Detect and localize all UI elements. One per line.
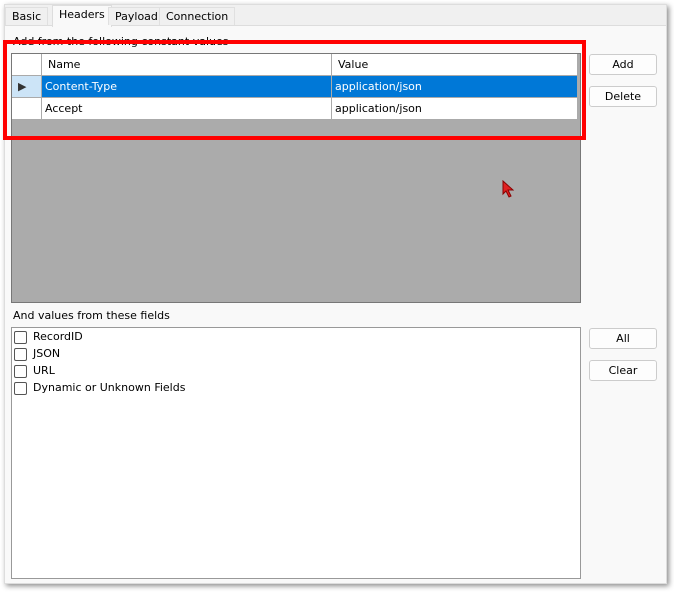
mouse-cursor-icon [502,180,514,198]
fields-label: And values from these fields [13,309,170,322]
tab-headers[interactable]: Headers [52,5,112,27]
delete-button[interactable]: Delete [589,86,657,107]
field-checkbox-url[interactable]: URL [14,362,55,379]
field-label: Dynamic or Unknown Fields [33,381,186,394]
highlight-annotation-box [3,40,586,140]
field-label: URL [33,364,55,377]
all-button[interactable]: All [589,328,657,349]
tab-payload[interactable]: Payload [108,7,165,25]
tab-basic[interactable]: Basic [5,7,49,25]
fields-checklist[interactable]: RecordID JSON URL Dynamic or Unknown Fie… [11,327,581,579]
add-button[interactable]: Add [589,54,657,75]
field-checkbox-json[interactable]: JSON [14,345,60,362]
field-checkbox-dynamic[interactable]: Dynamic or Unknown Fields [14,379,185,396]
checkbox[interactable] [14,364,27,378]
checkbox[interactable] [14,381,27,395]
field-label: RecordID [33,330,83,343]
checkbox[interactable] [14,330,27,344]
field-checkbox-recordid[interactable]: RecordID [14,328,83,345]
clear-button[interactable]: Clear [589,360,657,381]
tab-connection[interactable]: Connection [159,7,236,25]
checkbox[interactable] [14,347,27,361]
tab-strip: Basic Headers Payload Connection [5,5,666,27]
field-label: JSON [33,347,61,360]
